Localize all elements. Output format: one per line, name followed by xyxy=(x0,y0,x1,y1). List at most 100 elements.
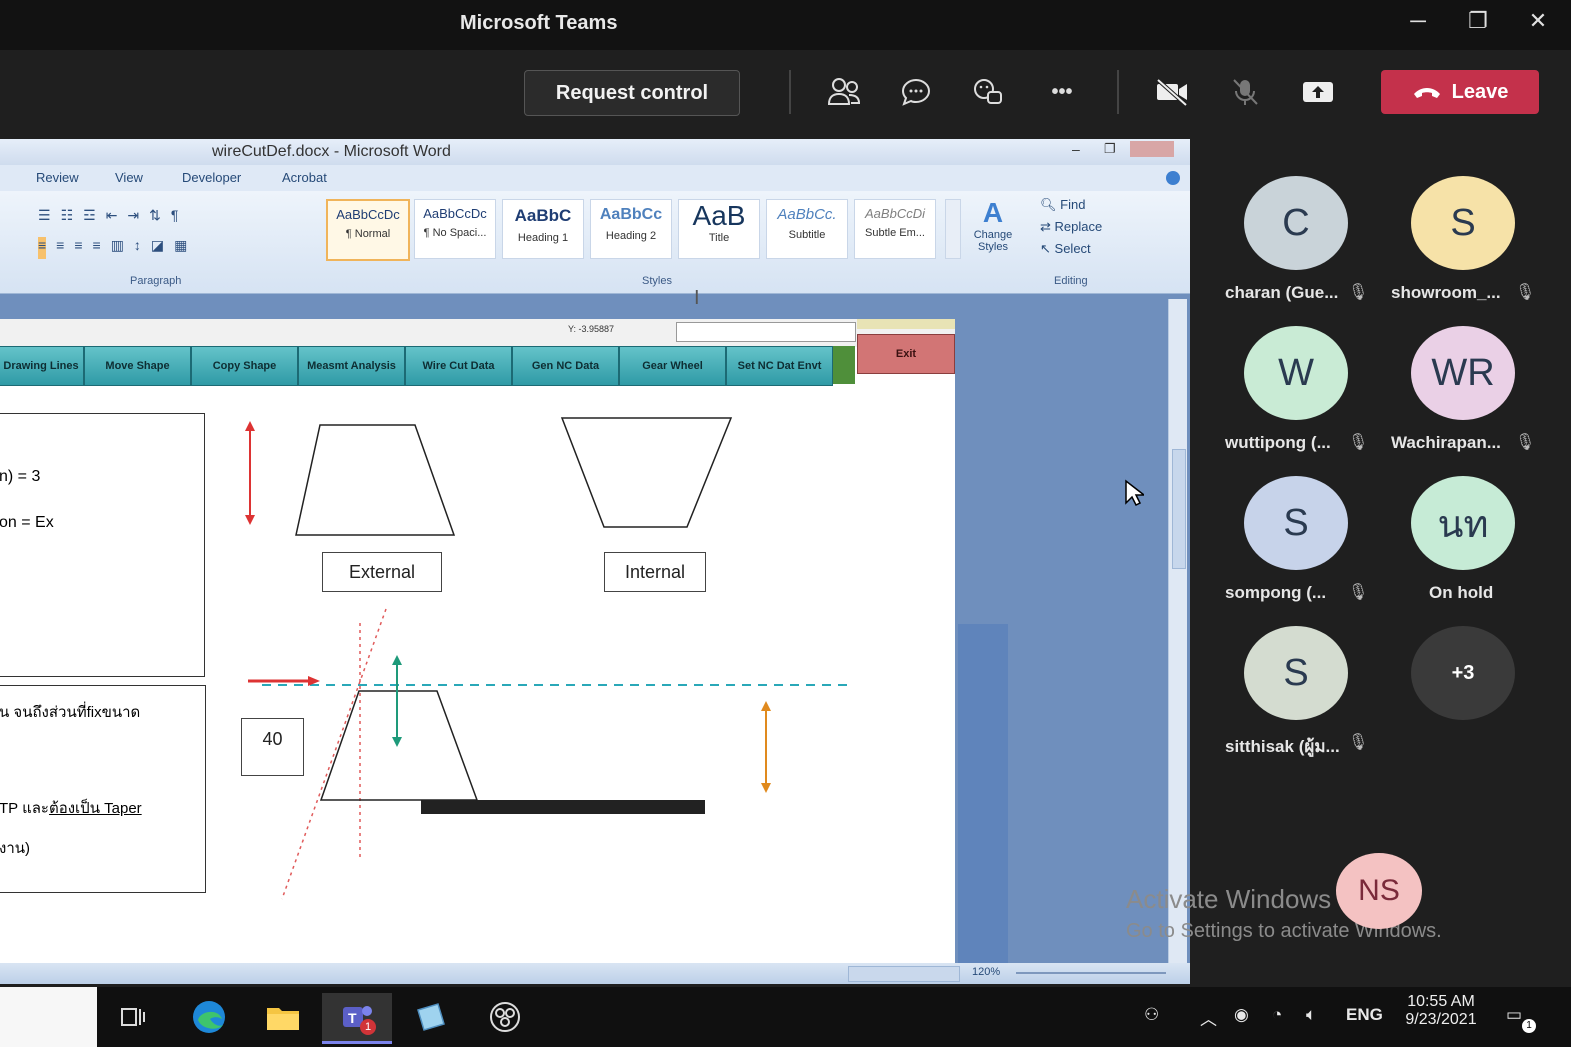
external-label: External xyxy=(322,552,442,592)
camera-off-icon[interactable] xyxy=(1152,72,1192,112)
people-icon[interactable]: ⚇ xyxy=(1144,1005,1159,1025)
part-trapezoid xyxy=(319,690,479,801)
participant-avatar[interactable]: S xyxy=(1244,476,1348,570)
more-options-icon[interactable]: ••• xyxy=(1042,72,1082,112)
replace-button[interactable]: ⇄ Replace xyxy=(1040,219,1130,235)
obs-icon[interactable] xyxy=(476,993,534,1041)
taskbar-search-area[interactable] xyxy=(0,987,97,1047)
svg-text:T: T xyxy=(348,1010,357,1026)
orange-vertical-arrow xyxy=(761,701,771,793)
change-styles-button[interactable]: A Change Styles xyxy=(965,197,1021,253)
participant-name: Wachirapan... xyxy=(1391,433,1501,452)
find-label: Find xyxy=(1060,197,1086,212)
muted-mic-icon: 🎙︎ xyxy=(1515,434,1536,451)
word-restore-icon[interactable]: ❐ xyxy=(1104,141,1116,157)
find-icon: 🔍︎ xyxy=(1040,197,1057,212)
avatar-initials: W xyxy=(1278,351,1314,394)
avatar-initials: S xyxy=(1283,651,1309,694)
mic-off-icon[interactable] xyxy=(1225,72,1265,112)
volume-icon[interactable]: 🔈︎ xyxy=(1306,1005,1316,1025)
request-control-button[interactable]: Request control xyxy=(524,70,740,116)
group-editing: Editing xyxy=(1054,275,1088,287)
edge-icon[interactable] xyxy=(180,993,238,1041)
internal-trapezoid xyxy=(560,417,733,528)
more-participants-button[interactable]: +3 xyxy=(1411,626,1515,720)
language-indicator[interactable]: ENG xyxy=(1346,1005,1383,1025)
help-icon[interactable] xyxy=(1166,171,1180,185)
leave-button[interactable]: Leave xyxy=(1381,70,1539,114)
teams-notification-badge: 1 xyxy=(360,1019,376,1035)
share-screen-icon[interactable] xyxy=(1298,72,1338,112)
chat-icon[interactable] xyxy=(896,72,936,112)
activate-windows-title: Activate Windows xyxy=(1126,884,1332,914)
word-app-icon[interactable] xyxy=(402,993,460,1041)
change-styles-icon: A xyxy=(982,197,1004,228)
mouse-cursor-icon xyxy=(1125,479,1144,507)
participant-avatar[interactable]: S xyxy=(1411,176,1515,270)
view-buttons[interactable] xyxy=(848,966,960,982)
word-close-icon[interactable] xyxy=(1130,141,1174,157)
muted-mic-icon: 🎙︎ xyxy=(1348,734,1369,751)
word-status-bar: 120% xyxy=(0,963,1190,984)
self-avatar[interactable]: NS xyxy=(1336,853,1422,929)
avatar-initials: WR xyxy=(1431,351,1495,394)
more-participants-count: +3 xyxy=(1451,661,1475,684)
show-hidden-icons[interactable]: ︿ xyxy=(1200,1005,1217,1030)
vertical-scrollbar[interactable] xyxy=(1168,299,1187,963)
participant-avatar[interactable]: C xyxy=(1244,176,1348,270)
toolbar-divider xyxy=(1117,70,1119,114)
select-label: Select xyxy=(1054,241,1091,256)
zoom-level[interactable]: 120% xyxy=(972,966,1000,978)
self-avatar-initials: NS xyxy=(1358,874,1400,907)
participant-avatar[interactable]: WR xyxy=(1411,326,1515,420)
participant-name: sitthisak (ผู้ม... xyxy=(1225,737,1340,756)
select-icon: ↖ xyxy=(1040,241,1051,256)
zoom-slider[interactable] xyxy=(1016,972,1166,974)
avatar-initials: C xyxy=(1282,201,1310,244)
participant-name: sompong (... xyxy=(1225,583,1327,602)
participant-avatar[interactable]: S xyxy=(1244,626,1348,720)
leave-label: Leave xyxy=(1451,80,1509,103)
participant-name: wuttipong (... xyxy=(1225,433,1331,452)
task-view-icon[interactable] xyxy=(104,993,162,1041)
wifi-icon[interactable]: ◔ xyxy=(1272,1005,1282,1025)
notifications-icon[interactable]: ▭ xyxy=(1506,1005,1522,1025)
restore-icon[interactable]: ❐ xyxy=(1458,8,1498,34)
window-title: Microsoft Teams xyxy=(460,12,618,34)
windows-taskbar: T 1 ⚇ ︿ ◉ ◔ 🔈︎ ENG 10:55 AM 9/23/2021 ▭ … xyxy=(0,987,1571,1047)
participant-avatar[interactable]: W xyxy=(1244,326,1348,420)
participants-icon[interactable] xyxy=(824,72,864,112)
find-button[interactable]: 🔍︎ Find xyxy=(1040,197,1130,213)
muted-mic-icon: 🎙︎ xyxy=(1348,584,1369,601)
background-window xyxy=(958,624,1008,964)
file-explorer-icon[interactable] xyxy=(254,993,312,1041)
participant-name: showroom_... xyxy=(1391,283,1501,302)
teams-taskbar-icon[interactable]: T 1 xyxy=(322,993,392,1044)
shared-screen: wireCutDef.docx - Microsoft Word – ❐ Rev… xyxy=(0,139,1190,984)
replace-label: Replace xyxy=(1054,219,1103,234)
red-vertical-arrow xyxy=(245,421,255,525)
close-icon[interactable]: ✕ xyxy=(1518,8,1558,34)
internal-label: Internal xyxy=(604,552,706,592)
dimension-40-box: 40 xyxy=(241,718,304,776)
title-bar: Microsoft Teams ─ ❐ ✕ xyxy=(0,0,1571,50)
muted-mic-icon: 🎙︎ xyxy=(1348,284,1369,301)
participant-avatar[interactable]: นท xyxy=(1411,476,1515,570)
teal-vertical-arrow xyxy=(392,655,402,747)
minimize-icon[interactable]: ─ xyxy=(1398,8,1438,34)
participant-name: On hold xyxy=(1429,583,1494,602)
participant-name: charan (Gue... xyxy=(1225,283,1339,302)
clock[interactable]: 10:55 AM 9/23/2021 xyxy=(1400,993,1482,1029)
avatar-initials: นท xyxy=(1437,503,1489,546)
muted-mic-icon: 🎙︎ xyxy=(1515,284,1536,301)
meeting-toolbar: Request control ••• Leave xyxy=(0,50,1571,138)
replace-icon: ⇄ xyxy=(1040,219,1051,234)
toolbar-divider xyxy=(789,70,791,114)
reactions-icon[interactable] xyxy=(968,72,1008,112)
document-drawing xyxy=(245,417,848,900)
select-button[interactable]: ↖ Select xyxy=(1040,241,1130,257)
scrollbar-thumb[interactable] xyxy=(1172,449,1186,569)
clock-date: 9/23/2021 xyxy=(1405,1011,1477,1028)
security-icon[interactable]: ◉ xyxy=(1234,1005,1249,1025)
word-minimize-icon[interactable]: – xyxy=(1072,141,1080,157)
